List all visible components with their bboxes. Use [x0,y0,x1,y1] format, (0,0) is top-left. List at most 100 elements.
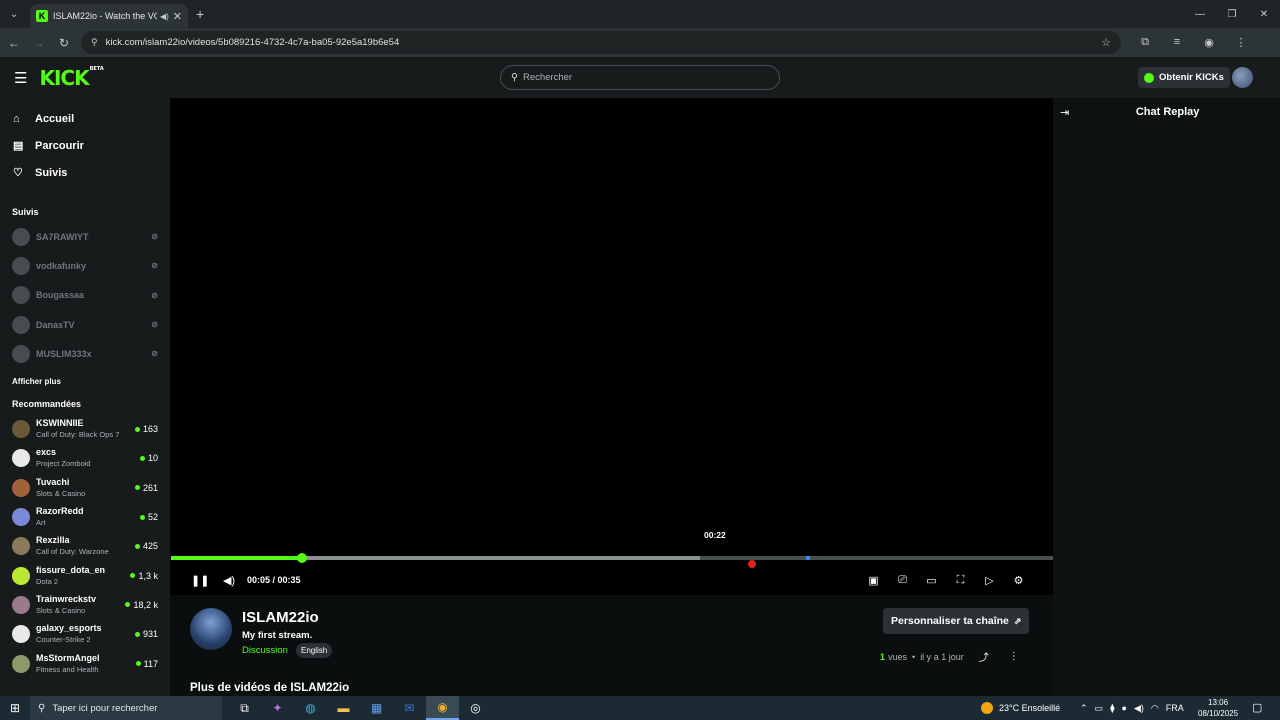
edge-icon[interactable]: ◍ [294,696,327,720]
taskbar-search[interactable]: ⚲ Taper ici pour rechercher [30,696,222,720]
share-icon[interactable]: ⤴ [979,649,989,664]
miniplayer-icon[interactable]: ▣ [859,574,888,587]
viewer-count: 931 [134,629,158,639]
fullscreen-icon[interactable]: ⛶ [946,574,975,587]
more-options-icon[interactable]: ⋮ [1009,651,1019,662]
recommended-item[interactable]: Trainwreckstv Slots & Casino 18,2 k [0,590,170,619]
playback-speed-icon[interactable]: ▷ [975,574,1004,587]
viewer-count: 425 [134,541,158,551]
heart-icon: ♡ [13,167,23,179]
chat-header: ⇥ Chat Replay [1053,98,1280,127]
category-link[interactable]: Discussion [242,645,288,656]
show-hidden-icons-icon[interactable]: ⌃ [1080,703,1088,714]
user-avatar[interactable] [1232,67,1253,88]
progress-bar[interactable] [171,553,1053,563]
recommended-item[interactable]: MsStormAngel Fitness and Health 117 [0,649,170,678]
browser-tab[interactable]: K ISLAM22io - Watch the VO ◀) ✕ [30,4,188,28]
recommended-item[interactable]: Tuvachi Slots & Casino 261 [0,473,170,502]
menu-icon[interactable]: ☰ [14,69,27,87]
notifications-icon[interactable]: ▢ [1252,701,1262,714]
language-tag[interactable]: English [296,643,333,658]
mouse-cursor [748,560,756,568]
following-item[interactable]: Bougassaa ⊘ [0,281,170,310]
outlook-icon[interactable]: ✉ [393,696,426,720]
browser-menu-icon[interactable]: ⋮ [1225,36,1257,49]
viewer-count: 10 [139,453,158,463]
sidebar-item-following[interactable]: ♡ Suivis [0,159,170,186]
channel-name[interactable]: ISLAM22io [242,609,319,626]
collapse-chat-icon[interactable]: ⇥ [1060,106,1069,119]
clock[interactable]: 13:06 08/10/2025 [1198,697,1238,719]
recommended-item[interactable]: RazorRedd Art 52 [0,502,170,531]
recommended-item[interactable]: galaxy_esports Counter-Strike 2 931 [0,620,170,649]
clock-date: 08/10/2025 [1198,709,1239,718]
weather-widget[interactable]: 23°C Ensoleillé [981,696,1060,720]
sidebar-item-home[interactable]: ⌂ Accueil [0,105,170,132]
following-item[interactable]: DanasTV ⊘ [0,310,170,339]
offline-icon: ⊘ [151,320,158,330]
forward-button[interactable]: → [28,36,50,50]
language-indicator[interactable]: FRA [1166,703,1184,713]
microphone-icon[interactable]: ● [1122,703,1127,713]
network-icon[interactable]: ▭ [1095,703,1104,714]
bookmark-star-icon[interactable]: ☆ [1101,36,1111,49]
following-item[interactable]: MUSLIM333x ⊘ [0,339,170,368]
hover-time-tooltip: 00:22 [704,530,726,540]
following-item[interactable]: SA7RAWIYT ⊘ [0,222,170,251]
streamer-name: Bougassaa [36,290,85,301]
streamer-info: RazorRedd Art [36,506,140,528]
audio-icon[interactable]: ◀) [160,12,169,21]
app-icon[interactable]: ◎ [459,696,492,720]
recommended-item[interactable]: KSWINNIIE Call of Duty: Black Ops 7 163 [0,414,170,443]
tab-search-button[interactable]: ⌄ [3,3,25,25]
recommended-item[interactable]: fissure_dota_en Dota 2 1,3 k [0,561,170,590]
following-item[interactable]: vodkafunky ⊘ [0,251,170,280]
search-input[interactable]: ⚲ Rechercher [500,65,780,90]
close-window-button[interactable]: ✕ [1248,0,1280,28]
extensions-icon[interactable]: ⧉ [1129,36,1161,49]
scrubber-handle[interactable] [296,553,307,563]
site-info-icon[interactable]: ⚲ [91,37,98,48]
video-player[interactable] [170,98,1053,595]
back-button[interactable]: ← [3,36,25,50]
reload-button[interactable]: ↻ [53,36,75,50]
file-explorer-icon[interactable]: ▬ [327,696,360,720]
address-bar[interactable]: ⚲ kick.com/islam22io/videos/5b089216-473… [81,31,1121,54]
volume-icon[interactable]: ◀) [221,574,237,587]
show-more-link[interactable]: Afficher plus [0,368,170,394]
clip-icon[interactable]: ⎚ [888,574,917,587]
sidebar-item-browse[interactable]: ▤ Parcourir [0,132,170,159]
minimize-button[interactable]: — [1184,0,1216,28]
task-view-icon[interactable]: ⧉ [228,696,261,720]
streamer-avatar [12,227,30,246]
profile-icon[interactable]: ◉ [1193,36,1225,49]
customize-channel-button[interactable]: Personnaliser ta chaîne ⇗ [883,608,1030,634]
streamer-avatar [12,478,30,497]
tab-close-icon[interactable]: ✕ [173,10,182,23]
streamer-info: fissure_dota_en Dota 2 [36,565,130,587]
streamer-info: KSWINNIIE Call of Duty: Black Ops 7 [36,418,135,440]
kick-logo[interactable]: KICKBETA [39,66,103,90]
maximize-button[interactable]: ❐ [1216,0,1248,28]
copilot-icon[interactable]: ✦ [261,696,294,720]
reading-list-icon[interactable]: ≡ [1161,36,1193,49]
streamer-category: Call of Duty: Black Ops 7 [36,430,120,440]
recommended-item[interactable]: excs Project Zomboid 10 [0,444,170,473]
wifi-icon[interactable]: ◠ [1151,703,1159,714]
usb-icon[interactable]: ⧫ [1110,703,1114,714]
chrome-icon[interactable]: ◉ [426,696,459,720]
pause-icon[interactable]: ❚❚ [191,574,209,587]
offline-icon: ⊘ [151,349,158,359]
settings-gear-icon[interactable]: ⚙ [1004,574,1033,587]
viewer-count-value: 18,2 k [133,599,158,610]
new-tab-button[interactable]: + [196,6,204,22]
speaker-icon[interactable]: ◀) [1134,703,1144,714]
windows-start-icon[interactable]: ⊞ [0,701,30,715]
recommended-item[interactable]: Rexzilla Call of Duty: Warzone 425 [0,532,170,561]
streamer-category: Art [36,518,46,528]
get-kicks-button[interactable]: Obtenir KICKs [1138,67,1230,88]
channel-avatar[interactable] [190,608,232,650]
theater-mode-icon[interactable]: ▭ [917,574,946,587]
store-icon[interactable]: ▦ [360,696,393,720]
viewer-count-value: 117 [143,658,158,669]
